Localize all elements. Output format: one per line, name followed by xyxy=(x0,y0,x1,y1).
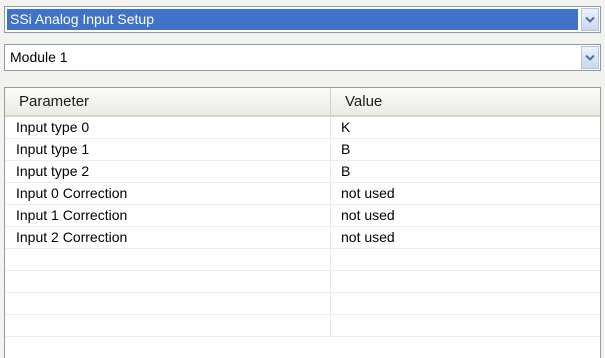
parameter-cell: Input 1 Correction xyxy=(5,205,331,226)
parameter-cell: Input 0 Correction xyxy=(5,183,331,204)
parameter-cell xyxy=(5,315,331,336)
table-row[interactable] xyxy=(5,315,600,337)
value-cell[interactable] xyxy=(331,315,600,336)
value-cell[interactable]: B xyxy=(331,139,600,160)
setup-dropdown[interactable]: SSi Analog Input Setup xyxy=(4,6,601,33)
grid-body: Input type 0 K Input type 1 B Input type 2BI… xyxy=(5,117,600,337)
parameter-grid: Parameter Value Input type 0 K Input type … xyxy=(4,87,601,358)
value-cell[interactable] xyxy=(331,249,600,270)
chevron-down-icon xyxy=(585,16,595,23)
parameter-cell: Input type 2 xyxy=(5,161,331,182)
table-row[interactable] xyxy=(5,249,600,271)
parameter-cell xyxy=(5,249,331,270)
value-cell[interactable] xyxy=(331,271,600,292)
table-row[interactable]: Input type 1B xyxy=(5,139,600,161)
table-row[interactable]: Input 2 Correction not used xyxy=(5,227,600,249)
table-row[interactable] xyxy=(5,293,600,315)
table-row[interactable]: Input 1 Correction not used xyxy=(5,205,600,227)
value-cell[interactable]: B xyxy=(331,161,600,182)
column-header-parameter[interactable]: Parameter xyxy=(5,88,331,115)
chevron-down-icon xyxy=(585,54,595,61)
parameter-cell xyxy=(5,293,331,314)
value-cell[interactable]: not used xyxy=(331,227,600,248)
value-cell[interactable]: K xyxy=(331,117,600,138)
column-header-value[interactable]: Value xyxy=(331,88,600,115)
value-cell[interactable] xyxy=(331,293,600,314)
table-row[interactable]: Input type 2B xyxy=(5,161,600,183)
value-cell[interactable]: not used xyxy=(331,183,600,204)
module-dropdown-value: Module 1 xyxy=(10,49,68,65)
table-row[interactable]: Input type 0K xyxy=(5,117,600,139)
module-dropdown[interactable]: Module 1 xyxy=(4,44,601,71)
table-row[interactable] xyxy=(5,271,600,293)
parameter-cell: Input type 0 xyxy=(5,117,331,138)
value-cell[interactable]: not used xyxy=(331,205,600,226)
parameter-cell: Input type 1 xyxy=(5,139,331,160)
parameter-cell: Input 2 Correction xyxy=(5,227,331,248)
parameter-cell xyxy=(5,271,331,292)
setup-dropdown-button[interactable] xyxy=(581,8,599,31)
module-dropdown-button[interactable] xyxy=(581,46,599,69)
grid-header: Parameter Value xyxy=(5,88,600,117)
table-row[interactable]: Input 0 Correction not used xyxy=(5,183,600,205)
setup-dropdown-value: SSi Analog Input Setup xyxy=(7,9,578,30)
